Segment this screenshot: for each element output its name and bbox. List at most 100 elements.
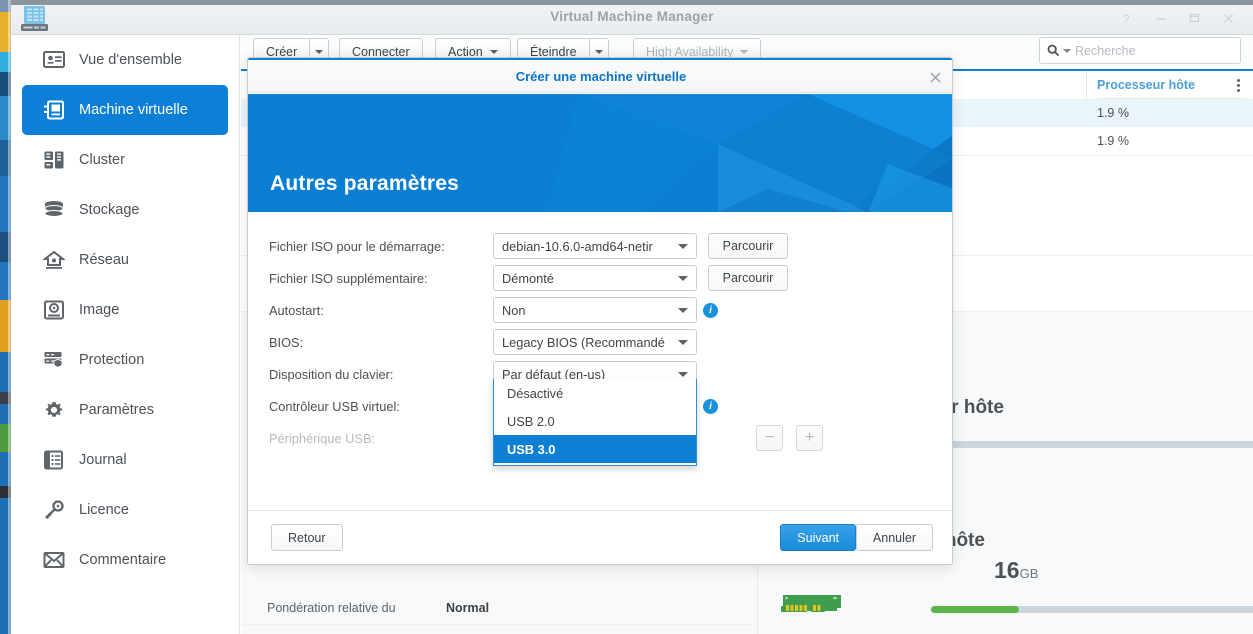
dropdown-option-disabled[interactable]: Désactivé — [494, 379, 696, 407]
host-memory-number: 16 — [994, 557, 1020, 583]
window-title: Virtual Machine Manager — [550, 9, 714, 24]
field-label: Fichier ISO supplémentaire: — [269, 270, 428, 286]
dropdown-option-usb30[interactable]: USB 3.0 — [494, 435, 696, 463]
select-value: Non — [502, 302, 526, 318]
chevron-down-icon — [315, 49, 324, 54]
chevron-down-icon — [489, 49, 498, 54]
field-label: Autostart: — [269, 302, 324, 318]
sidebar-item-virtual-machine[interactable]: Machine virtuelle — [22, 85, 228, 135]
table-column-divider — [1086, 71, 1087, 99]
detail-hairline — [241, 624, 757, 625]
next-button[interactable]: Suivant — [780, 524, 856, 551]
search-icon — [1047, 44, 1060, 57]
create-vm-dialog: Créer une machine virtuelle Autres param… — [247, 57, 953, 565]
minimize-icon[interactable] — [1143, 8, 1177, 28]
sidebar-item-label: Vue d'ensemble — [79, 52, 182, 68]
sidebar-item-commentaire[interactable]: Commentaire — [22, 535, 228, 585]
network-icon — [42, 248, 66, 272]
field-label: Fichier ISO pour le démarrage: — [269, 238, 445, 254]
usb-device-remove-button[interactable]: − — [756, 425, 783, 451]
sidebar-item-settings[interactable]: Paramètres — [22, 385, 228, 435]
search-placeholder: Recherche — [1075, 43, 1136, 58]
boot-iso-browse-button[interactable]: Parcourir — [708, 233, 788, 259]
form-row-bios: BIOS: Legacy BIOS (Recommandé — [248, 326, 952, 358]
chevron-down-icon — [594, 49, 603, 54]
field-label: Contrôleur USB virtuel: — [269, 398, 400, 414]
protection-icon — [42, 348, 66, 372]
dialog-footer: Retour Suivant Annuler — [248, 510, 952, 564]
select-value: Legacy BIOS (Recommandé — [502, 334, 665, 350]
table-cell-host-cpu: 1.9 % — [1097, 106, 1129, 120]
maximize-icon[interactable] — [1177, 8, 1211, 28]
usb-controller-dropdown: Désactivé USB 2.0 USB 3.0 — [493, 379, 697, 466]
close-icon[interactable] — [926, 68, 944, 86]
dialog-banner: Autres paramètres — [248, 94, 952, 212]
window-titlebar: Virtual Machine Manager ? — [11, 0, 1253, 35]
autostart-select[interactable]: Non — [493, 297, 697, 323]
back-button[interactable]: Retour — [271, 524, 343, 551]
chevron-down-icon — [678, 275, 688, 281]
host-cpu-bar-track — [931, 441, 1253, 448]
sidebar-item-label: Stockage — [79, 202, 140, 218]
sidebar-item-label: Paramètres — [79, 402, 154, 418]
sidebar-item-label: Protection — [79, 352, 145, 368]
search-input[interactable]: Recherche — [1039, 37, 1241, 64]
sidebar-item-journal[interactable]: Journal — [22, 435, 228, 485]
host-memory-bar-track — [931, 606, 1253, 613]
sidebar-item-label: Image — [79, 302, 120, 318]
autostart-info-icon[interactable]: i — [703, 302, 718, 318]
detail-label-line1: Pondération relative du — [267, 601, 396, 615]
detail-value: Normal — [446, 601, 490, 615]
window-controls: ? — [1109, 8, 1245, 28]
usb-device-add-button[interactable]: + — [796, 425, 823, 451]
cancel-button[interactable]: Annuler — [855, 524, 933, 551]
sidebar-item-storage[interactable]: Stockage — [22, 185, 228, 235]
window-drag-grip[interactable] — [11, 0, 1253, 5]
usb-device-label: Périphérique USB: — [269, 430, 375, 446]
host-memory-unit: GB — [1019, 566, 1039, 581]
close-icon[interactable] — [1211, 8, 1245, 28]
table-header-host-cpu[interactable]: Processeur hôte — [1097, 71, 1247, 99]
help-icon[interactable]: ? — [1109, 8, 1143, 28]
cluster-icon — [42, 148, 66, 172]
vmm-app-logo-icon — [14, 4, 58, 34]
chevron-down-icon — [678, 243, 688, 249]
sidebar-item-licence[interactable]: Licence — [22, 485, 228, 535]
virtual-machine-icon — [42, 98, 66, 122]
sidebar-item-cluster[interactable]: Cluster — [22, 135, 228, 185]
sidebar-item-image[interactable]: Image — [22, 285, 228, 335]
bios-select[interactable]: Legacy BIOS (Recommandé — [493, 329, 697, 355]
sidebar-item-label: Machine virtuelle — [79, 102, 188, 118]
overview-icon — [42, 48, 66, 72]
additional-iso-browse-button[interactable]: Parcourir — [708, 265, 788, 291]
table-options-kebab-icon[interactable] — [1231, 76, 1245, 94]
storage-icon — [42, 198, 66, 222]
additional-iso-select[interactable]: Démonté — [493, 265, 697, 291]
dialog-titlebar: Créer une machine virtuelle — [248, 60, 952, 93]
search-scope-chevron-icon[interactable] — [1063, 48, 1071, 53]
field-label: Disposition du clavier: — [269, 366, 394, 382]
sidebar-item-label: Commentaire — [79, 552, 167, 568]
sidebar-item-protection[interactable]: Protection — [22, 335, 228, 385]
svg-text:?: ? — [1123, 12, 1130, 25]
form-row-additional-iso: Fichier ISO supplémentaire: Démonté Parc… — [248, 262, 952, 294]
sidebar: Vue d'ensemble Machine virtuelle Cluster… — [11, 35, 240, 634]
sidebar-item-overview[interactable]: Vue d'ensemble — [22, 35, 228, 85]
banner-heading: Autres paramètres — [270, 172, 459, 195]
chevron-down-icon — [678, 371, 688, 377]
license-key-icon — [42, 498, 66, 522]
boot-iso-select[interactable]: debian-10.6.0-amd64-netir — [493, 233, 697, 259]
form-row-autostart: Autostart: Non i — [248, 294, 952, 326]
sidebar-item-label: Cluster — [79, 152, 125, 168]
select-value: debian-10.6.0-amd64-netir — [502, 238, 653, 254]
image-icon — [42, 298, 66, 322]
sidebar-item-label: Réseau — [79, 252, 129, 268]
host-memory-value: 16GB — [994, 557, 1038, 584]
usb-controller-info-icon[interactable]: i — [703, 398, 718, 414]
feedback-mail-icon — [42, 548, 66, 572]
sidebar-item-label: Journal — [79, 452, 127, 468]
memory-module-icon — [781, 593, 843, 622]
dropdown-option-usb20[interactable]: USB 2.0 — [494, 407, 696, 435]
host-memory-bar-fill — [931, 606, 1019, 613]
sidebar-item-network[interactable]: Réseau — [22, 235, 228, 285]
